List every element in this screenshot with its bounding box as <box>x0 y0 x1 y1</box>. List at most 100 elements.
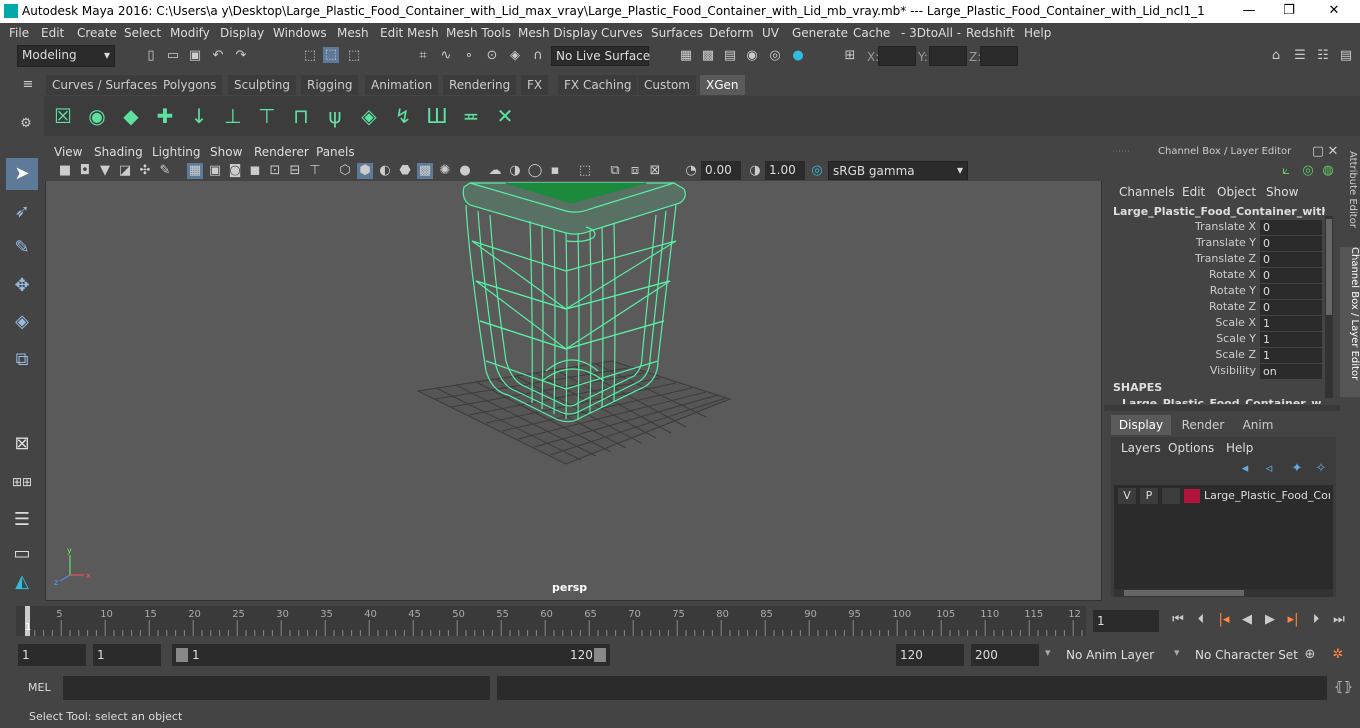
menu-surfaces[interactable]: Surfaces <box>651 26 703 40</box>
new-layer-selected-icon[interactable]: ✧ <box>1313 461 1329 477</box>
grid-icon[interactable]: ▦ <box>187 163 203 179</box>
mel-input[interactable] <box>63 676 490 700</box>
smooth-shade-icon[interactable]: ⬢ <box>357 163 373 179</box>
refresh-icon[interactable]: ◎ <box>1300 163 1316 179</box>
snap-curve-icon[interactable]: ∿ <box>438 48 454 64</box>
menu-windows[interactable]: Windows <box>273 26 327 40</box>
bookmark-icon[interactable]: ▼ <box>97 163 113 179</box>
cb-scrollbar-thumb[interactable] <box>1326 219 1332 315</box>
tab-rigging[interactable]: Rigging <box>301 75 359 95</box>
menu-3dtoall[interactable]: - 3DtoAll - <box>901 26 961 40</box>
playback-start-input[interactable]: 1 <box>93 644 161 666</box>
lights-icon[interactable]: ✺ <box>437 163 453 179</box>
live-surface-field[interactable]: No Live Surface <box>551 46 650 66</box>
z-input[interactable] <box>980 46 1018 66</box>
menu-uv[interactable]: UV <box>762 26 779 40</box>
channel-row[interactable]: Scale Y <box>1104 332 1256 348</box>
channel-row[interactable]: Scale X <box>1104 316 1256 332</box>
tab-curves-surfaces[interactable]: Curves / Surfaces <box>46 75 164 95</box>
multisample-aa-icon[interactable]: ◯ <box>527 163 543 179</box>
channel-value[interactable]: 0 <box>1260 268 1322 283</box>
isolate-select-icon[interactable]: ⬚ <box>577 163 593 179</box>
snap-surface-icon[interactable]: ◈ <box>507 48 523 64</box>
xray-components-icon[interactable]: ⊠ <box>647 163 663 179</box>
channel-row[interactable]: Scale Z <box>1104 348 1256 364</box>
go-to-start-icon[interactable]: ⏮ <box>1170 612 1186 628</box>
xgen-groom-icon[interactable]: ψ <box>321 102 349 130</box>
tab-custom[interactable]: Custom <box>638 75 696 95</box>
xgen-editor-icon[interactable]: ☒ <box>49 102 77 130</box>
cb-menu-object[interactable]: Object <box>1217 185 1256 199</box>
resolution-gate-icon[interactable]: ◙ <box>227 163 243 179</box>
xgen-delete-guide-icon[interactable]: ✕ <box>491 102 519 130</box>
safe-action-icon[interactable]: ⊟ <box>287 163 303 179</box>
save-scene-icon[interactable]: ▣ <box>187 48 203 64</box>
maya-home-icon[interactable]: ◭ <box>6 566 38 598</box>
panel-menu-show[interactable]: Show <box>210 145 242 159</box>
channel-row[interactable]: Rotate X <box>1104 268 1256 284</box>
render-frame-icon[interactable]: ▩ <box>700 48 716 64</box>
xgen-bend-icon[interactable]: ↯ <box>389 102 417 130</box>
image-plane-icon[interactable]: ◪ <box>117 163 133 179</box>
cb-menu-edit[interactable]: Edit <box>1182 185 1205 199</box>
channel-row[interactable]: Translate Y <box>1104 236 1256 252</box>
current-frame-input[interactable]: 1 <box>1093 610 1159 632</box>
panel-menu-view[interactable]: View <box>54 145 82 159</box>
channel-row[interactable]: Translate Z <box>1104 252 1256 268</box>
tab-channel-box-layer-editor[interactable]: Channel Box / Layer Editor <box>1340 247 1360 397</box>
xgen-comb-icon[interactable]: Ш <box>423 102 451 130</box>
mel-label[interactable]: MEL <box>28 681 51 694</box>
select-component-icon[interactable]: ⬚ <box>346 48 362 64</box>
menu-select[interactable]: Select <box>124 26 161 40</box>
tab-fx[interactable]: FX <box>521 75 549 95</box>
menu-mesh-display[interactable]: Mesh Display <box>518 26 598 40</box>
tab-rendering[interactable]: Rendering <box>443 75 517 95</box>
magnet-icon[interactable]: ∩ <box>530 48 546 64</box>
attribute-editor-icon[interactable]: ☰ <box>1292 48 1308 64</box>
xgen-view-guide-icon[interactable]: ⊤ <box>253 102 281 130</box>
character-set-dropdown[interactable]: No Character Set <box>1191 644 1298 666</box>
menu-mesh[interactable]: Mesh <box>337 26 369 40</box>
render-settings-icon[interactable]: ▦ <box>678 48 694 64</box>
tool-settings-icon[interactable]: ☷ <box>1315 48 1331 64</box>
minimize-button[interactable]: — <box>1235 2 1263 20</box>
channel-value[interactable]: 0 <box>1260 220 1322 235</box>
tab-display[interactable]: Display <box>1111 415 1171 435</box>
xray-joints-icon[interactable]: ⧈ <box>627 163 643 179</box>
new-layer-icon[interactable]: ✦ <box>1289 461 1305 477</box>
mode-dropdown[interactable]: Modeling ▾ <box>17 45 115 67</box>
script-editor-icon[interactable]: ⦃⦄ <box>1334 680 1353 696</box>
use-all-lights-icon[interactable]: ▩ <box>417 163 433 179</box>
panel-menu-panels[interactable]: Panels <box>316 145 355 159</box>
cb-menu-channels[interactable]: Channels <box>1119 185 1175 199</box>
layer-menu-layers[interactable]: Layers <box>1121 441 1161 455</box>
hypershade-icon[interactable]: ◎ <box>767 48 783 64</box>
menu-help[interactable]: Help <box>1024 26 1051 40</box>
motion-blur-icon[interactable]: ◑ <box>507 163 523 179</box>
select-object-icon[interactable]: ⬚ <box>323 47 339 63</box>
play-forwards-icon[interactable]: ▶ <box>1262 612 1278 628</box>
xgen-preview-icon[interactable]: ◉ <box>83 102 111 130</box>
step-back-icon[interactable]: ⏴ <box>1193 612 1209 628</box>
menu-redshift[interactable]: Redshift <box>966 26 1015 40</box>
shelf-menu-icon[interactable]: ≡ <box>20 77 36 93</box>
select-hierarchy-icon[interactable]: ⬚ <box>302 48 318 64</box>
channel-value[interactable]: 0 <box>1260 284 1322 299</box>
outliner-layout-icon[interactable]: ☰ <box>6 504 38 536</box>
anim-layer-dropdown[interactable]: No Anim Layer <box>1062 644 1164 666</box>
range-slider[interactable]: 1 120 <box>172 644 610 666</box>
menu-generate[interactable]: Generate <box>792 26 848 40</box>
menu-cache[interactable]: Cache <box>853 26 890 40</box>
tab-fx-caching[interactable]: FX Caching <box>558 75 638 95</box>
channel-row[interactable]: Visibility <box>1104 364 1256 380</box>
tab-xgen[interactable]: XGen <box>700 75 745 95</box>
menu-mesh-tools[interactable]: Mesh Tools <box>446 26 511 40</box>
axis-icon[interactable]: ⟀ <box>1278 163 1294 179</box>
menu-edit[interactable]: Edit <box>41 26 64 40</box>
paint-select-tool-icon[interactable]: ✎ <box>6 232 38 264</box>
layer-menu-help[interactable]: Help <box>1226 441 1253 455</box>
auto-key-icon[interactable]: ⊕ <box>1302 647 1318 663</box>
exposure-icon[interactable]: ◔ <box>683 163 699 179</box>
range-slider-end-handle[interactable] <box>594 648 606 662</box>
shapes-item[interactable]: Large_Plastic_Food_Container_with... <box>1122 396 1322 404</box>
